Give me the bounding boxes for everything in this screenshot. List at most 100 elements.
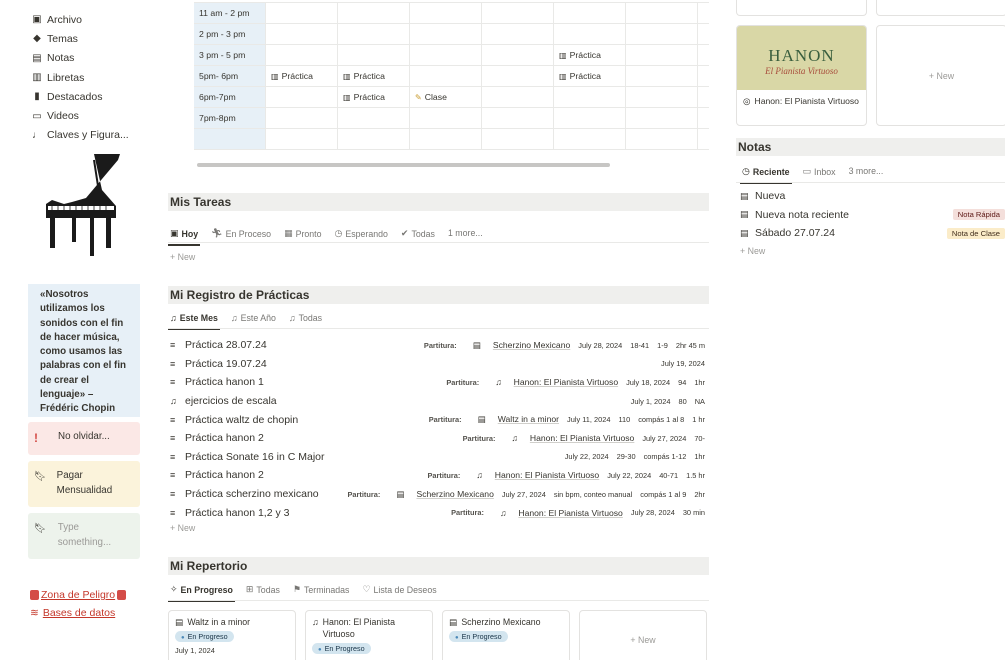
callout-pagar[interactable]: 🔖︎ Pagar Mensualidad bbox=[28, 461, 140, 507]
table-cell[interactable] bbox=[554, 24, 626, 44]
tab-inbox[interactable]: ▭ Inbox bbox=[801, 166, 838, 182]
time-cell[interactable] bbox=[194, 129, 266, 149]
table-cell[interactable] bbox=[482, 3, 554, 23]
partitura-link[interactable]: ▤ Scherzino Mexicano bbox=[388, 489, 494, 500]
sidebar-item-claves[interactable]: ♩ Claves y Figura... bbox=[30, 126, 129, 145]
list-item[interactable]: ≡ Práctica Sonate 16 in C Major July 22, … bbox=[170, 448, 705, 467]
table-cell[interactable] bbox=[482, 66, 554, 86]
table-cell[interactable] bbox=[554, 3, 626, 23]
table-cell[interactable]: ▥ Práctica bbox=[338, 66, 410, 86]
list-item[interactable]: ≡ Práctica scherzino mexicano Partitura: ▤… bbox=[170, 485, 705, 504]
table-cell[interactable] bbox=[338, 3, 410, 23]
tab-este-ano[interactable]: ♫ Este Año bbox=[229, 313, 278, 328]
time-cell[interactable]: 7pm-8pm bbox=[194, 108, 266, 128]
list-item[interactable]: ≡ Práctica hanon 2 Partitura: ♫ Hanon: El P… bbox=[170, 429, 705, 448]
partitura-link[interactable]: ♫ Hanon: El Pianista Virtuoso bbox=[487, 377, 618, 387]
table-cell[interactable] bbox=[266, 129, 338, 149]
gallery-card-partial[interactable] bbox=[736, 0, 867, 16]
list-item[interactable]: ▤ Sábado 27.07.24 Nota de Clase bbox=[740, 224, 1005, 243]
table-cell[interactable] bbox=[626, 45, 698, 65]
list-item[interactable]: ▤ Nueva bbox=[740, 187, 1005, 206]
sidebar-item-videos[interactable]: ▭ Videos bbox=[30, 106, 129, 125]
table-cell[interactable] bbox=[266, 108, 338, 128]
table-cell[interactable] bbox=[338, 129, 410, 149]
table-cell[interactable]: ▥ Práctica bbox=[338, 87, 410, 107]
repertorio-card[interactable]: ♫Hanon: El Pianista Virtuoso En Progreso bbox=[305, 610, 433, 660]
table-cell[interactable] bbox=[626, 24, 698, 44]
tab-hoy[interactable]: ▣ Hoy bbox=[168, 228, 201, 246]
partitura-link[interactable]: ♫ Hanon: El Pianista Virtuoso bbox=[503, 433, 634, 443]
tab-lista-deseos[interactable]: ♡ Lista de Deseos bbox=[360, 584, 438, 600]
partitura-link[interactable]: ▤ Scherzino Mexicano bbox=[465, 340, 571, 351]
table-cell[interactable] bbox=[410, 66, 482, 86]
table-cell[interactable] bbox=[266, 87, 338, 107]
table-cell[interactable] bbox=[554, 108, 626, 128]
list-item[interactable]: ≡ Práctica hanon 2 Partitura: ♫ Hanon: El P… bbox=[170, 466, 705, 485]
table-cell[interactable] bbox=[626, 87, 698, 107]
list-item[interactable]: ≡ Práctica 19.07.24 July 19, 2024 bbox=[170, 355, 705, 374]
link-zona-peligro[interactable]: Zona de Peligro bbox=[28, 586, 128, 604]
gallery-card-hanon[interactable]: HANON El Pianista Virtuoso ◎ Hanon: El Pi… bbox=[736, 25, 867, 126]
new-card-button[interactable]: + New bbox=[579, 610, 707, 660]
new-practice-button[interactable]: + New bbox=[170, 523, 195, 533]
table-cell[interactable] bbox=[266, 45, 338, 65]
table-cell[interactable] bbox=[482, 108, 554, 128]
new-note-button[interactable]: + New bbox=[740, 246, 765, 256]
sidebar-item-libretas[interactable]: ▥ Libretas bbox=[30, 68, 129, 87]
list-item[interactable]: ≡ Práctica hanon 1,2 y 3 Partitura: ♫ Hanon… bbox=[170, 503, 705, 522]
table-cell[interactable] bbox=[554, 87, 626, 107]
table-cell[interactable] bbox=[626, 66, 698, 86]
partitura-link[interactable]: ♫ Hanon: El Pianista Virtuoso bbox=[468, 470, 599, 480]
table-cell[interactable] bbox=[626, 129, 698, 149]
list-item[interactable]: ≡ Práctica waltz de chopin Partitura: ▤ Wal… bbox=[170, 410, 705, 429]
sidebar-item-notas[interactable]: ▤ Notas bbox=[30, 49, 129, 68]
sidebar-item-destacados[interactable]: ▮ Destacados bbox=[30, 87, 129, 106]
table-cell[interactable] bbox=[626, 108, 698, 128]
table-cell[interactable] bbox=[338, 108, 410, 128]
time-cell[interactable]: 2 pm - 3 pm bbox=[194, 24, 266, 44]
table-cell[interactable] bbox=[482, 129, 554, 149]
table-cell[interactable]: ▥ Práctica bbox=[554, 45, 626, 65]
table-cell[interactable] bbox=[410, 129, 482, 149]
gallery-card-partial[interactable] bbox=[876, 0, 1005, 16]
table-cell[interactable] bbox=[410, 3, 482, 23]
table-cell[interactable] bbox=[482, 87, 554, 107]
callout-no-olvidar[interactable]: ! No olvidar... bbox=[28, 422, 140, 455]
table-cell[interactable] bbox=[482, 45, 554, 65]
table-cell[interactable] bbox=[338, 24, 410, 44]
time-cell[interactable]: 3 pm - 5 pm bbox=[194, 45, 266, 65]
new-gallery-card-button[interactable]: + New bbox=[876, 25, 1005, 126]
sidebar-item-temas[interactable]: ◆ Temas bbox=[30, 29, 129, 48]
table-cell[interactable]: ▥ Práctica bbox=[554, 66, 626, 86]
repertorio-card[interactable]: ▤Scherzino Mexicano En Progreso bbox=[442, 610, 570, 660]
table-cell[interactable] bbox=[266, 3, 338, 23]
table-cell[interactable] bbox=[410, 45, 482, 65]
callout-empty[interactable]: 🔖︎ Type something... bbox=[28, 513, 140, 559]
sidebar-item-archivo[interactable]: ▣ Archivo bbox=[30, 10, 129, 29]
table-cell[interactable] bbox=[626, 3, 698, 23]
new-task-button[interactable]: + New bbox=[170, 252, 195, 262]
table-cell[interactable] bbox=[410, 24, 482, 44]
partitura-link[interactable]: ♫ Hanon: El Pianista Virtuoso bbox=[492, 508, 623, 518]
list-item[interactable]: ≡ Práctica hanon 1 Partitura: ♫ Hanon: El P… bbox=[170, 373, 705, 392]
tab-todas[interactable]: ♫ Todas bbox=[287, 313, 324, 328]
table-cell[interactable] bbox=[554, 129, 626, 149]
link-bases-datos[interactable]: ≋ Bases de datos bbox=[28, 604, 128, 622]
horizontal-scrollbar[interactable] bbox=[197, 163, 610, 167]
table-cell[interactable]: ▥ Práctica bbox=[266, 66, 338, 86]
tab-more[interactable]: 3 more... bbox=[847, 166, 886, 181]
time-cell[interactable]: 5pm- 6pm bbox=[194, 66, 266, 86]
table-cell[interactable] bbox=[482, 24, 554, 44]
repertorio-card[interactable]: ▤Waltz in a minor En Progreso July 1, 20… bbox=[168, 610, 296, 660]
list-item[interactable]: ♫ ejercicios de escala July 1, 2024 80 NA bbox=[170, 392, 705, 411]
table-cell[interactable]: ✎ Clase bbox=[410, 87, 482, 107]
partitura-link[interactable]: ▤ Waltz in a minor bbox=[470, 414, 559, 425]
time-cell[interactable]: 11 am - 2 pm bbox=[194, 3, 266, 23]
tab-terminadas[interactable]: ⚑ Terminadas bbox=[291, 584, 352, 600]
list-item[interactable]: ▤ Nueva nota reciente Nota Rápida bbox=[740, 206, 1005, 225]
table-cell[interactable] bbox=[410, 108, 482, 128]
time-cell[interactable]: 6pm-7pm bbox=[194, 87, 266, 107]
table-cell[interactable] bbox=[338, 45, 410, 65]
tab-more[interactable]: 1 more... bbox=[446, 228, 485, 243]
tab-todas[interactable]: ⊞ Todas bbox=[244, 584, 282, 600]
